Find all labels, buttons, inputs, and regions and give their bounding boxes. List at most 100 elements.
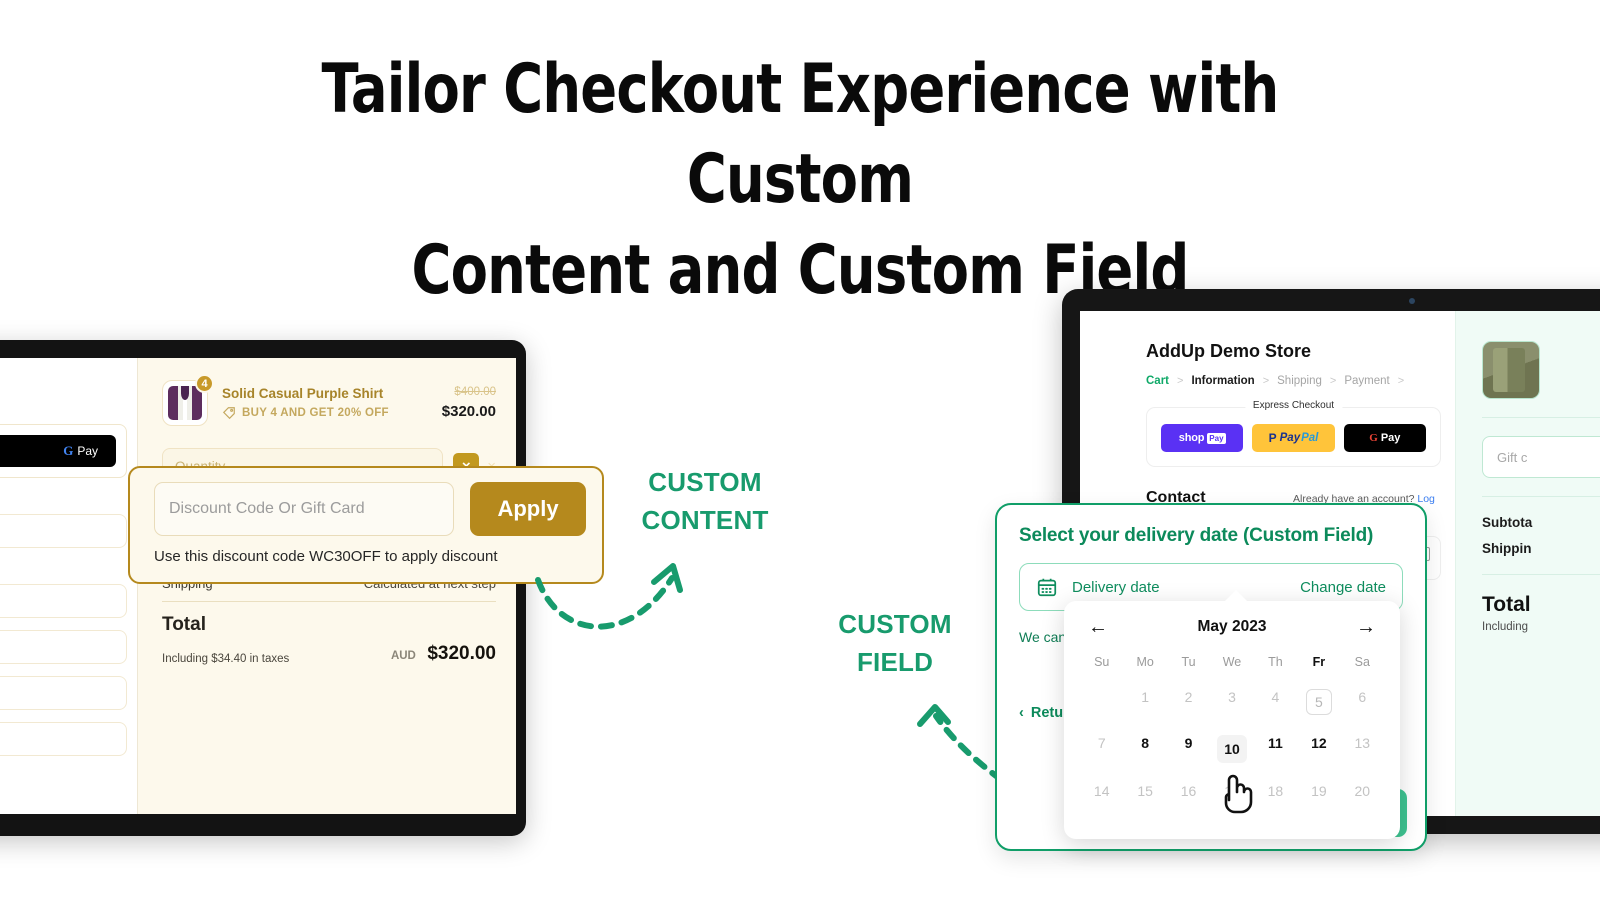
- google-pay-button[interactable]: G Pay: [1343, 424, 1426, 452]
- paypal-text-1: Pay: [1279, 432, 1301, 444]
- left-order-summary: 4 Solid Casual Purple Shirt BUY 4 AND GE…: [138, 358, 516, 814]
- calendar-day-4[interactable]: 4: [1254, 679, 1297, 725]
- left-form-field[interactable]: [0, 676, 127, 710]
- camera-dot-icon: [1409, 298, 1415, 304]
- sidebar-subtotal-label: Subtota: [1482, 515, 1533, 530]
- calendar-weekday-mo: Mo: [1136, 655, 1154, 669]
- gift-card-input[interactable]: Gift c: [1482, 436, 1600, 478]
- gpay-label: Pay: [77, 444, 98, 458]
- gpay-button[interactable]: G Pay: [0, 435, 116, 467]
- prev-month-button[interactable]: ←: [1088, 617, 1108, 637]
- shirt-image: [168, 386, 202, 420]
- paypal-button[interactable]: P Pay Pal: [1252, 424, 1335, 452]
- calendar-day-selected: 10: [1216, 735, 1247, 763]
- price-discounted: $320.00: [441, 403, 496, 420]
- paypal-text-2: Pal: [1301, 432, 1319, 444]
- price-original: $400.00: [454, 386, 496, 398]
- breadcrumb-information[interactable]: Information: [1191, 375, 1254, 387]
- calendar-day-19[interactable]: 19: [1297, 773, 1340, 809]
- paypal-icon: P: [1268, 431, 1277, 445]
- change-date-link[interactable]: Change date: [1300, 579, 1386, 596]
- calendar-weekday-fr: Fr: [1312, 655, 1326, 669]
- calendar-icon: [1037, 578, 1057, 597]
- left-form-field[interactable]: [0, 630, 127, 664]
- calendar-day-today-ring: 5: [1305, 689, 1332, 715]
- calendar-day-11[interactable]: 11: [1254, 725, 1297, 773]
- sidebar-divider: [1482, 496, 1600, 497]
- product-prices: $400.00 $320.00: [442, 386, 496, 420]
- shop-pay-badge: Pay: [1207, 432, 1226, 444]
- google-pay-label: Pay: [1380, 432, 1401, 444]
- calendar-day-10[interactable]: 10: [1210, 725, 1253, 773]
- discount-code-input[interactable]: Discount Code Or Gift Card: [154, 482, 454, 536]
- calendar-day-8[interactable]: 8: [1123, 725, 1166, 773]
- calendar-day-6[interactable]: 6: [1341, 679, 1384, 725]
- calendar-day-16[interactable]: 16: [1167, 773, 1210, 809]
- left-form-field[interactable]: [0, 514, 127, 548]
- express-pay-buttons: shop Pay P Pay Pal G Pay: [1161, 424, 1426, 452]
- store-name: AddUp Demo Store: [1146, 341, 1312, 361]
- express-checkout-title: Express Checkout: [1244, 400, 1343, 411]
- product-info: Solid Casual Purple Shirt BUY 4 AND GET …: [222, 386, 428, 420]
- left-form-field[interactable]: [0, 722, 127, 756]
- calendar-weekday-sa: Sa: [1354, 655, 1370, 669]
- product-promo: BUY 4 AND GET 20% OFF: [222, 406, 428, 420]
- left-form-field[interactable]: [0, 584, 127, 618]
- calendar-month-label: May 2023: [1197, 618, 1267, 635]
- calendar-weekday-we: We: [1222, 655, 1242, 669]
- calendar-day-empty: [1080, 679, 1123, 725]
- calendar-day-3[interactable]: 3: [1210, 679, 1253, 725]
- calendar-day-5[interactable]: 5: [1297, 679, 1340, 725]
- calendar-weekday-tu: Tu: [1181, 655, 1196, 669]
- chevron-right-icon: >: [1262, 375, 1270, 387]
- summary-divider: [162, 601, 496, 602]
- apply-button[interactable]: Apply: [470, 482, 586, 536]
- sidebar-divider: [1482, 574, 1600, 575]
- calendar-day-13[interactable]: 13: [1341, 725, 1384, 773]
- sidebar-shipping-row: Shippin: [1482, 541, 1600, 556]
- breadcrumb: Cart > Information > Shipping > Payment …: [1146, 375, 1455, 387]
- calendar-day-14[interactable]: 14: [1080, 773, 1123, 809]
- chevron-left-icon: ‹: [1019, 705, 1024, 721]
- page-title: Tailor Checkout Experience with Custom C…: [321, 50, 1280, 310]
- order-product-thumbnail: [1482, 341, 1540, 399]
- sidebar-total-note: Including: [1482, 621, 1529, 633]
- calendar-weekday-su: Su: [1094, 655, 1110, 669]
- calendar-day-18[interactable]: 18: [1254, 773, 1297, 809]
- breadcrumb-payment[interactable]: Payment: [1344, 375, 1389, 387]
- sidebar-shipping-label: Shippin: [1482, 541, 1532, 556]
- left-device-frame: G Pay 4 Solid Casual Purple Shirt BUY 4 …: [0, 340, 526, 836]
- tag-icon: [222, 407, 235, 420]
- calendar-day-2[interactable]: 2: [1167, 679, 1210, 725]
- chevron-right-icon: >: [1397, 375, 1405, 387]
- sidebar-total-label: Total: [1482, 593, 1531, 616]
- custom-field-title: Select your delivery date (Custom Field): [1019, 525, 1374, 546]
- calendar-day-1[interactable]: 1: [1123, 679, 1166, 725]
- calendar-day-9[interactable]: 9: [1167, 725, 1210, 773]
- annotation-custom-content: CUSTOM CONTENT: [641, 467, 769, 535]
- product-name: Solid Casual Purple Shirt: [222, 386, 384, 401]
- poster-canvas: Tailor Checkout Experience with Custom C…: [0, 0, 1600, 900]
- express-checkout-box: Express Checkout shop Pay P Pay Pal G Pa…: [1146, 400, 1441, 467]
- breadcrumb-cart[interactable]: Cart: [1146, 375, 1169, 387]
- total-currency: AUD: [390, 650, 416, 662]
- calendar-day-12[interactable]: 12: [1297, 725, 1340, 773]
- next-month-button[interactable]: →: [1356, 617, 1376, 637]
- right-order-summary-sidebar: Gift c Subtota Shippin Total Including: [1455, 311, 1600, 816]
- shop-pay-button[interactable]: shop Pay: [1161, 424, 1244, 452]
- total-row: Including $34.40 in taxes AUD $320.00: [162, 643, 496, 665]
- calendar-weekday-th: Th: [1268, 655, 1283, 669]
- left-checkout-screen: G Pay 4 Solid Casual Purple Shirt BUY 4 …: [0, 358, 516, 814]
- total-amount: $320.00: [427, 643, 496, 664]
- breadcrumb-shipping[interactable]: Shipping: [1277, 375, 1322, 387]
- delivery-date-label: Delivery date: [1072, 578, 1160, 596]
- calendar-day-15[interactable]: 15: [1123, 773, 1166, 809]
- arrow-to-custom-content: [535, 563, 683, 630]
- total-label: Total: [162, 614, 206, 635]
- product-row: 4 Solid Casual Purple Shirt BUY 4 AND GE…: [162, 374, 496, 426]
- chevron-right-icon: >: [1177, 375, 1184, 387]
- calendar-day-20[interactable]: 20: [1341, 773, 1384, 809]
- google-g-icon: G: [63, 443, 74, 458]
- left-form-column: G Pay: [0, 358, 138, 814]
- calendar-day-7[interactable]: 7: [1080, 725, 1123, 773]
